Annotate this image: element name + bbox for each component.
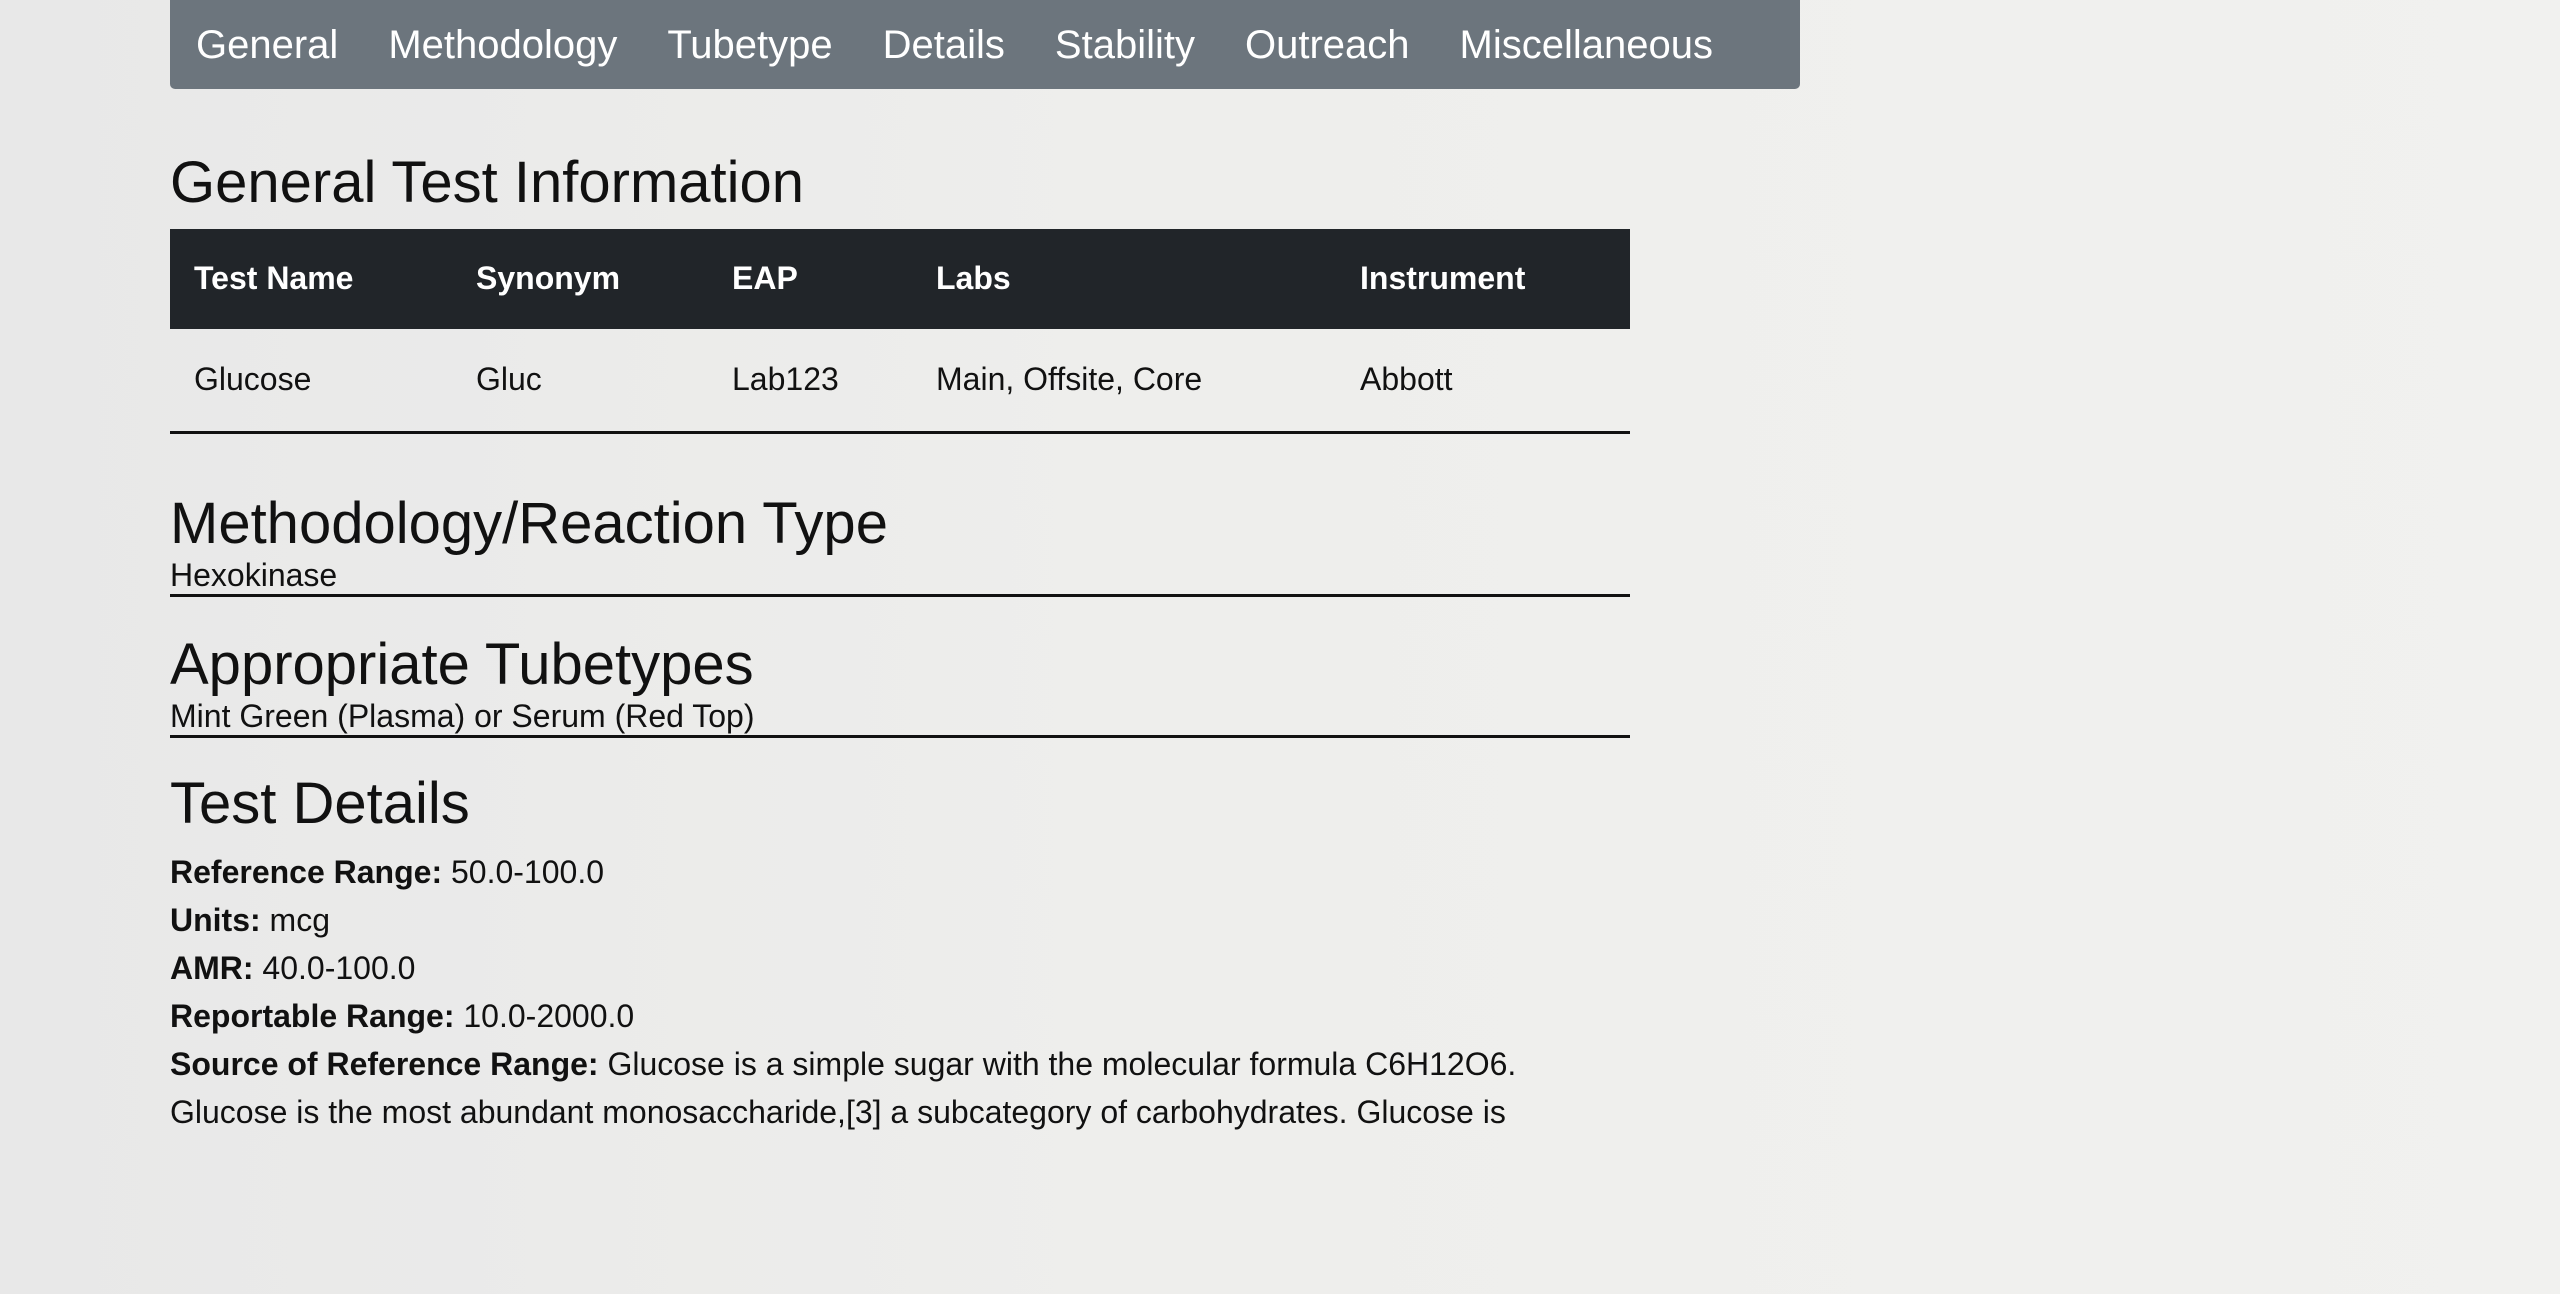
section-divider	[170, 593, 1630, 597]
detail-source-of-reference-range: Source of Reference Range: Glucose is a …	[170, 1040, 1800, 1088]
detail-label: Units:	[170, 901, 261, 938]
table-row: Glucose Gluc Lab123 Main, Offsite, Core …	[170, 329, 1630, 431]
table-header-row: Test Name Synonym EAP Labs Instrument	[170, 228, 1630, 329]
column-header-test-name: Test Name	[194, 260, 354, 297]
detail-label: Source of Reference Range:	[170, 1045, 599, 1082]
column-header-synonym: Synonym	[476, 260, 621, 297]
details-section: Test Details Reference Range: 50.0-100.0…	[170, 772, 1800, 1136]
detail-reportable-range: Reportable Range: 10.0-2000.0	[170, 992, 1800, 1040]
cell-test-name: Glucose	[194, 361, 312, 398]
general-section-title: General Test Information	[170, 150, 805, 215]
page-content: General Methodology Tubetype Details Sta…	[170, 0, 1800, 1136]
detail-units: Units: mcg	[170, 896, 1800, 944]
detail-value: 10.0-2000.0	[463, 997, 635, 1034]
detail-amr: AMR: 40.0-100.0	[170, 944, 1800, 992]
nav-item-details[interactable]: Details	[883, 25, 1005, 65]
section-divider	[170, 430, 1630, 434]
section-divider	[170, 735, 1630, 739]
general-info-table: Test Name Synonym EAP Labs Instrument Gl…	[170, 228, 1630, 431]
tubetypes-section-title: Appropriate Tubetypes	[170, 631, 754, 697]
general-section: General Test Information Test Name Synon…	[170, 151, 1800, 434]
methodology-value: Hexokinase	[170, 556, 338, 593]
nav-item-methodology[interactable]: Methodology	[388, 25, 617, 65]
top-navbar: General Methodology Tubetype Details Sta…	[170, 0, 1800, 89]
detail-source-continued: Glucose is the most abundant monosacchar…	[170, 1093, 1506, 1130]
detail-label: Reportable Range:	[170, 997, 455, 1034]
tubetypes-section: Appropriate Tubetypes Mint Green (Plasma…	[170, 631, 1800, 739]
cell-eap: Lab123	[732, 361, 839, 398]
column-header-eap: EAP	[732, 260, 798, 297]
detail-value: mcg	[269, 901, 330, 938]
methodology-section: Methodology/Reaction Type Hexokinase	[170, 490, 1800, 597]
detail-label: Reference Range:	[170, 853, 443, 890]
column-header-labs: Labs	[936, 260, 1011, 297]
detail-reference-range: Reference Range: 50.0-100.0	[170, 848, 1800, 896]
column-header-instrument: Instrument	[1360, 260, 1526, 297]
detail-value: 50.0-100.0	[450, 853, 604, 890]
cell-synonym: Gluc	[476, 361, 542, 398]
nav-item-outreach[interactable]: Outreach	[1245, 25, 1410, 65]
details-section-title: Test Details	[170, 771, 470, 837]
nav-item-miscellaneous[interactable]: Miscellaneous	[1460, 25, 1713, 65]
cell-labs: Main, Offsite, Core	[936, 361, 1203, 398]
cell-instrument: Abbott	[1360, 361, 1453, 398]
detail-value: 40.0-100.0	[262, 949, 416, 986]
details-list: Reference Range: 50.0-100.0 Units: mcg A…	[170, 848, 1800, 1136]
methodology-section-title: Methodology/Reaction Type	[170, 490, 888, 556]
nav-item-tubetype[interactable]: Tubetype	[667, 25, 832, 65]
nav-item-stability[interactable]: Stability	[1055, 25, 1195, 65]
detail-label: AMR:	[170, 949, 254, 986]
nav-item-general[interactable]: General	[196, 25, 338, 65]
detail-value: Glucose is a simple sugar with the molec…	[607, 1045, 1517, 1082]
tubetypes-value: Mint Green (Plasma) or Serum (Red Top)	[170, 697, 755, 734]
